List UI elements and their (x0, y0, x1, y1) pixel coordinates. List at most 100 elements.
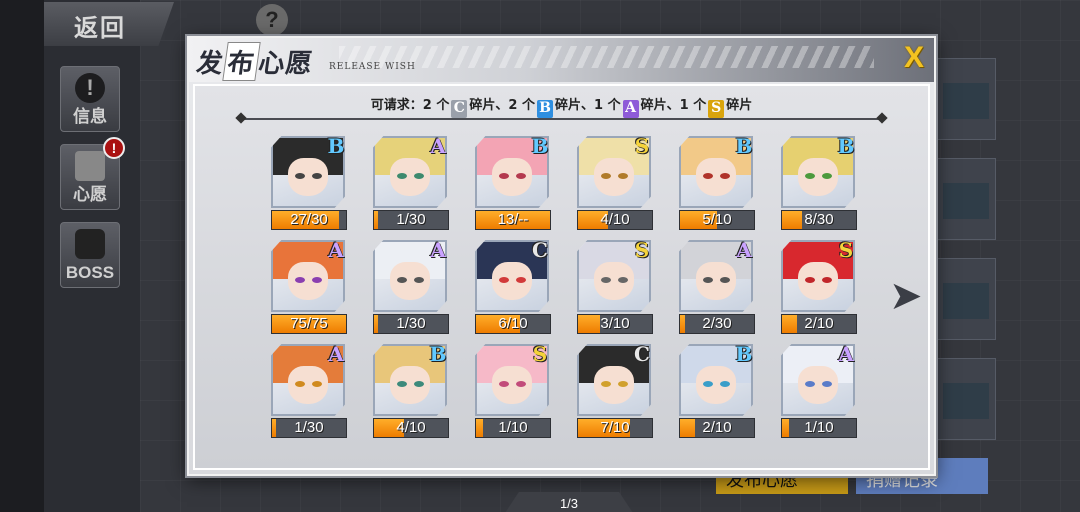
grade-s-icon: S (532, 342, 548, 366)
shard-progress-bar: 1/30 (373, 314, 449, 334)
dialog-header: 发布心愿 RELEASE WISH X (189, 38, 934, 82)
grade-c-icon: C (634, 342, 650, 366)
character-card[interactable]: S 2/10 (781, 238, 857, 334)
request-unit: 碎片 (554, 98, 581, 113)
shard-progress-text: 13/-- (497, 211, 529, 228)
shard-progress-bar: 6/10 (475, 314, 551, 334)
shard-progress-bar: 2/10 (781, 314, 857, 334)
shard-progress-text: 1/30 (396, 315, 426, 332)
request-count: 1 个 (679, 98, 707, 113)
character-card[interactable]: B 4/10 (373, 342, 449, 438)
request-prefix: 可请求： (370, 98, 423, 113)
close-button[interactable]: X (900, 43, 928, 73)
shard-progress-text: 6/10 (498, 315, 528, 332)
shard-progress-bar: 4/10 (373, 418, 449, 438)
shard-progress-text: 2/30 (702, 315, 732, 332)
grade-a-icon: A (328, 342, 344, 366)
grade-b-icon: B (837, 134, 855, 158)
request-unit: 碎片 (469, 98, 496, 113)
character-card[interactable]: A 1/10 (781, 342, 857, 438)
grade-a-icon: A (736, 238, 752, 262)
grade-c-icon: C (532, 238, 548, 262)
character-card[interactable]: B 27/30 (271, 134, 347, 230)
side-button-label: 信息 (73, 107, 107, 127)
shard-progress-bar: 7/10 (577, 418, 653, 438)
request-count: 2 个 (422, 98, 450, 113)
character-card[interactable]: B 5/10 (679, 134, 755, 230)
character-card[interactable]: A 1/30 (271, 342, 347, 438)
shard-progress-bar: 75/75 (271, 314, 347, 334)
character-card[interactable]: B 13/-- (475, 134, 551, 230)
title-char: 愿 (283, 49, 315, 79)
character-card[interactable]: S 4/10 (577, 134, 653, 230)
shard-progress-bar: 2/10 (679, 418, 755, 438)
side-button-wish[interactable]: 心愿 ! (60, 137, 125, 210)
grade-a-icon: A (430, 238, 446, 262)
shard-progress-bar: 1/30 (373, 210, 449, 230)
grade-b-icon: B (327, 134, 345, 158)
shard-progress-text: 2/10 (804, 315, 834, 332)
side-button-label: 心愿 (73, 185, 107, 205)
side-button-info[interactable]: ! 信息 (60, 66, 120, 132)
exclamation-icon: ! (75, 73, 105, 103)
title-char: 发 (194, 49, 226, 79)
shard-progress-text: 1/10 (498, 419, 528, 436)
character-card[interactable]: B 2/10 (679, 342, 755, 438)
ornament-divider (243, 118, 880, 120)
grade-b-icon: B (735, 134, 753, 158)
grade-a-icon: A (328, 238, 344, 262)
demon-mask-icon (75, 229, 105, 259)
shard-progress-text: 2/10 (702, 419, 732, 436)
character-card[interactable]: A 2/30 (679, 238, 755, 334)
grade-b-icon: B (536, 100, 553, 118)
notification-badge: ! (103, 137, 125, 159)
request-count: 2 个 (508, 98, 535, 113)
grade-b-icon: B (429, 342, 447, 366)
character-card[interactable]: A 1/30 (373, 238, 449, 334)
character-card[interactable]: A 1/30 (373, 134, 449, 230)
dialog-subtitle: RELEASE WISH (329, 62, 416, 72)
release-wish-dialog: 发布心愿 RELEASE WISH X 可请求：2 个 C 碎片、2 个 B 碎片、1 … (187, 36, 936, 512)
grade-s-icon: S (634, 238, 650, 262)
shard-progress-bar: 8/30 (781, 210, 857, 230)
shard-progress-text: 5/10 (702, 211, 732, 228)
shard-progress-text: 7/10 (600, 419, 630, 436)
character-card[interactable]: C 6/10 (475, 238, 551, 334)
background-panel (936, 258, 996, 340)
grade-b-icon: B (531, 134, 549, 158)
request-info: 可请求：2 个 C 碎片、2 个 B 碎片、1 个 A 碎片、1 个 S 碎片 (370, 98, 753, 118)
help-icon[interactable]: ? (256, 4, 288, 36)
background-panel (936, 158, 996, 240)
grade-b-icon: B (735, 342, 753, 366)
side-button-boss[interactable]: BOSS (60, 222, 120, 288)
shard-progress-text: 1/30 (294, 419, 324, 436)
dialog-title: 发布心愿 (194, 42, 316, 81)
shard-progress-text: 4/10 (396, 419, 426, 436)
side-button-label: BOSS (65, 263, 115, 282)
dialog-content: 可请求：2 个 C 碎片、2 个 B 碎片、1 个 A 碎片、1 个 S 碎片 B 27/30 A 1… (193, 84, 933, 512)
shard-progress-bar: 1/10 (781, 418, 857, 438)
wish-icon (75, 151, 105, 181)
back-button[interactable]: 返回 (44, 2, 174, 46)
shard-progress-bar: 13/-- (475, 210, 551, 230)
shard-progress-bar: 1/30 (271, 418, 347, 438)
character-card[interactable]: C 7/10 (577, 342, 653, 438)
grade-s-icon: S (634, 134, 650, 158)
character-card[interactable]: S 1/10 (475, 342, 551, 438)
shard-progress-bar: 4/10 (577, 210, 653, 230)
page-indicator: 1/3 (503, 492, 635, 512)
shard-progress-bar: 2/30 (679, 314, 755, 334)
shard-progress-text: 1/30 (396, 211, 426, 228)
grade-a-icon: A (622, 100, 639, 118)
shard-progress-bar: 1/10 (475, 418, 551, 438)
shard-progress-bar: 5/10 (679, 210, 755, 230)
character-card[interactable]: A 75/75 (271, 238, 347, 334)
title-char: 布 (222, 42, 261, 81)
shard-progress-text: 4/10 (600, 211, 630, 228)
character-card[interactable]: S 3/10 (577, 238, 653, 334)
character-card[interactable]: B 8/30 (781, 134, 857, 230)
next-page-arrow-icon[interactable]: ➤ (889, 274, 933, 318)
request-count: 1 个 (594, 98, 621, 113)
shard-progress-text: 8/30 (804, 211, 834, 228)
shard-progress-bar: 3/10 (577, 314, 653, 334)
